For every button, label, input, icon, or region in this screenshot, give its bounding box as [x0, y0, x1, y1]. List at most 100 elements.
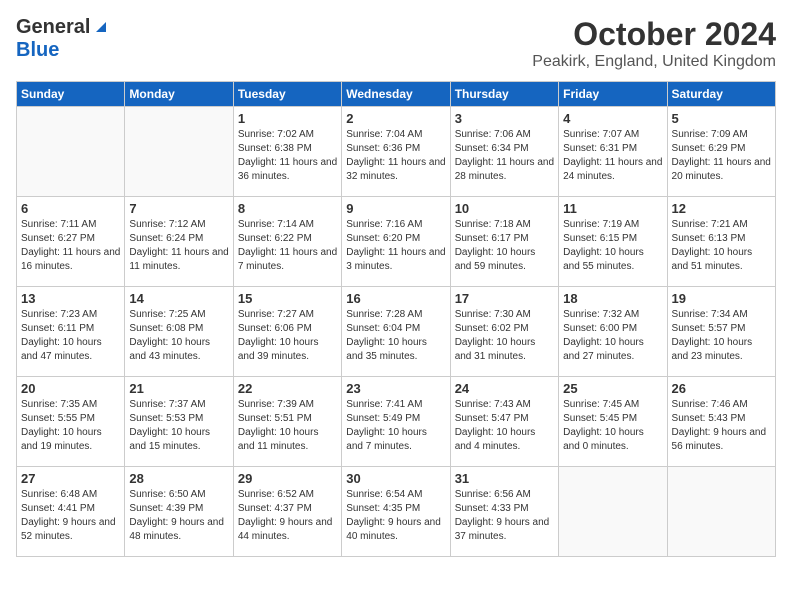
calendar-cell: 27Sunrise: 6:48 AM Sunset: 4:41 PM Dayli… [17, 467, 125, 557]
calendar-cell [17, 107, 125, 197]
logo-icon [92, 16, 110, 34]
day-header-tuesday: Tuesday [233, 82, 341, 107]
day-number: 29 [238, 471, 337, 486]
header: General Blue October 2024 Peakirk, Engla… [16, 16, 776, 71]
day-number: 31 [455, 471, 554, 486]
day-info: Sunrise: 7:16 AM Sunset: 6:20 PM Dayligh… [346, 218, 445, 274]
day-number: 19 [672, 291, 771, 306]
calendar-cell: 17Sunrise: 7:30 AM Sunset: 6:02 PM Dayli… [450, 287, 558, 377]
day-number: 27 [21, 471, 120, 486]
calendar-cell: 14 Sunrise: 7:25 AM Sunset: 6:08 PM Dayli… [125, 287, 233, 377]
day-number: 26 [672, 381, 771, 396]
day-info: Sunrise: 7:14 AM Sunset: 6:22 PM Dayligh… [238, 218, 337, 274]
calendar-cell: 22Sunrise: 7:39 AM Sunset: 5:51 PM Dayli… [233, 377, 341, 467]
day-number: 5 [672, 111, 771, 126]
day-info: Sunrise: 7:25 AM Sunset: 6:08 PM Dayligh… [129, 308, 228, 364]
day-info: Sunrise: 7:23 AM Sunset: 6:11 PM Dayligh… [21, 308, 120, 364]
day-number: 30 [346, 471, 445, 486]
day-header-sunday: Sunday [17, 82, 125, 107]
day-info: Sunrise: 7:43 AM Sunset: 5:47 PM Dayligh… [455, 398, 554, 454]
day-number: 22 [238, 381, 337, 396]
day-info: Sunrise: 7:04 AM Sunset: 6:36 PM Dayligh… [346, 128, 445, 184]
calendar-cell: 23 Sunrise: 7:41 AM Sunset: 5:49 PM Dayli… [342, 377, 450, 467]
calendar-week-row: 6Sunrise: 7:11 AM Sunset: 6:27 PM Daylig… [17, 197, 776, 287]
day-info: Sunrise: 7:06 AM Sunset: 6:34 PM Dayligh… [455, 128, 554, 184]
day-info: Sunrise: 7:45 AM Sunset: 5:45 PM Dayligh… [563, 398, 662, 454]
day-number: 9 [346, 201, 445, 216]
logo-general-text: General [16, 16, 90, 39]
calendar-cell: 5Sunrise: 7:09 AM Sunset: 6:29 PM Daylig… [667, 107, 775, 197]
day-number: 20 [21, 381, 120, 396]
day-info: Sunrise: 7:35 AM Sunset: 5:55 PM Dayligh… [21, 398, 120, 454]
day-info: Sunrise: 7:18 AM Sunset: 6:17 PM Dayligh… [455, 218, 554, 274]
logo: General Blue [16, 16, 110, 62]
title-area: October 2024 Peakirk, England, United Ki… [532, 16, 776, 71]
day-number: 14 [129, 291, 228, 306]
calendar-cell: 6Sunrise: 7:11 AM Sunset: 6:27 PM Daylig… [17, 197, 125, 287]
day-header-thursday: Thursday [450, 82, 558, 107]
day-number: 7 [129, 201, 228, 216]
calendar-cell [559, 467, 667, 557]
calendar-cell: 16Sunrise: 7:28 AM Sunset: 6:04 PM Dayli… [342, 287, 450, 377]
day-header-friday: Friday [559, 82, 667, 107]
day-number: 15 [238, 291, 337, 306]
calendar-week-row: 13Sunrise: 7:23 AM Sunset: 6:11 PM Dayli… [17, 287, 776, 377]
calendar-cell: 4 Sunrise: 7:07 AM Sunset: 6:31 PM Daylig… [559, 107, 667, 197]
calendar-cell: 18 Sunrise: 7:32 AM Sunset: 6:00 PM Dayli… [559, 287, 667, 377]
day-number: 18 [563, 291, 662, 306]
day-info: Sunrise: 7:41 AM Sunset: 5:49 PM Dayligh… [346, 398, 445, 454]
calendar-cell: 8 Sunrise: 7:14 AM Sunset: 6:22 PM Daylig… [233, 197, 341, 287]
calendar-cell: 2 Sunrise: 7:04 AM Sunset: 6:36 PM Daylig… [342, 107, 450, 197]
calendar-header-row: SundayMondayTuesdayWednesdayThursdayFrid… [17, 82, 776, 107]
calendar-cell: 29Sunrise: 6:52 AM Sunset: 4:37 PM Dayli… [233, 467, 341, 557]
day-number: 21 [129, 381, 228, 396]
month-title: October 2024 [532, 16, 776, 53]
day-info: Sunrise: 7:34 AM Sunset: 5:57 PM Dayligh… [672, 308, 771, 364]
day-number: 28 [129, 471, 228, 486]
day-header-monday: Monday [125, 82, 233, 107]
day-info: Sunrise: 7:02 AM Sunset: 6:38 PM Dayligh… [238, 128, 337, 184]
day-info: Sunrise: 7:28 AM Sunset: 6:04 PM Dayligh… [346, 308, 445, 364]
calendar-cell: 24Sunrise: 7:43 AM Sunset: 5:47 PM Dayli… [450, 377, 558, 467]
calendar-table: SundayMondayTuesdayWednesdayThursdayFrid… [16, 81, 776, 557]
day-info: Sunrise: 7:46 AM Sunset: 5:43 PM Dayligh… [672, 398, 771, 454]
day-info: Sunrise: 6:56 AM Sunset: 4:33 PM Dayligh… [455, 488, 554, 544]
calendar-cell: 26 Sunrise: 7:46 AM Sunset: 5:43 PM Dayli… [667, 377, 775, 467]
day-info: Sunrise: 7:19 AM Sunset: 6:15 PM Dayligh… [563, 218, 662, 274]
day-info: Sunrise: 7:37 AM Sunset: 5:53 PM Dayligh… [129, 398, 228, 454]
day-header-saturday: Saturday [667, 82, 775, 107]
calendar-week-row: 1 Sunrise: 7:02 AM Sunset: 6:38 PM Daylig… [17, 107, 776, 197]
calendar-cell: 1 Sunrise: 7:02 AM Sunset: 6:38 PM Daylig… [233, 107, 341, 197]
calendar-cell: 3Sunrise: 7:06 AM Sunset: 6:34 PM Daylig… [450, 107, 558, 197]
day-number: 23 [346, 381, 445, 396]
day-header-wednesday: Wednesday [342, 82, 450, 107]
day-info: Sunrise: 6:54 AM Sunset: 4:35 PM Dayligh… [346, 488, 445, 544]
day-number: 12 [672, 201, 771, 216]
day-info: Sunrise: 7:12 AM Sunset: 6:24 PM Dayligh… [129, 218, 228, 274]
calendar-cell: 15Sunrise: 7:27 AM Sunset: 6:06 PM Dayli… [233, 287, 341, 377]
day-number: 25 [563, 381, 662, 396]
day-number: 11 [563, 201, 662, 216]
calendar-cell: 28 Sunrise: 6:50 AM Sunset: 4:39 PM Dayli… [125, 467, 233, 557]
calendar-cell: 7 Sunrise: 7:12 AM Sunset: 6:24 PM Daylig… [125, 197, 233, 287]
day-info: Sunrise: 7:07 AM Sunset: 6:31 PM Dayligh… [563, 128, 662, 184]
day-info: Sunrise: 7:21 AM Sunset: 6:13 PM Dayligh… [672, 218, 771, 274]
day-number: 10 [455, 201, 554, 216]
calendar-cell: 25 Sunrise: 7:45 AM Sunset: 5:45 PM Dayli… [559, 377, 667, 467]
calendar-week-row: 20 Sunrise: 7:35 AM Sunset: 5:55 PM Dayli… [17, 377, 776, 467]
calendar-cell: 20 Sunrise: 7:35 AM Sunset: 5:55 PM Dayli… [17, 377, 125, 467]
logo-blue-text: Blue [16, 39, 59, 61]
calendar-cell: 10 Sunrise: 7:18 AM Sunset: 6:17 PM Dayli… [450, 197, 558, 287]
day-number: 2 [346, 111, 445, 126]
calendar-cell: 13Sunrise: 7:23 AM Sunset: 6:11 PM Dayli… [17, 287, 125, 377]
calendar-cell: 11 Sunrise: 7:19 AM Sunset: 6:15 PM Dayli… [559, 197, 667, 287]
calendar-cell: 9 Sunrise: 7:16 AM Sunset: 6:20 PM Daylig… [342, 197, 450, 287]
day-number: 17 [455, 291, 554, 306]
day-info: Sunrise: 7:11 AM Sunset: 6:27 PM Dayligh… [21, 218, 120, 274]
day-info: Sunrise: 7:32 AM Sunset: 6:00 PM Dayligh… [563, 308, 662, 364]
day-info: Sunrise: 6:50 AM Sunset: 4:39 PM Dayligh… [129, 488, 228, 544]
calendar-week-row: 27Sunrise: 6:48 AM Sunset: 4:41 PM Dayli… [17, 467, 776, 557]
day-number: 4 [563, 111, 662, 126]
day-number: 1 [238, 111, 337, 126]
day-number: 8 [238, 201, 337, 216]
